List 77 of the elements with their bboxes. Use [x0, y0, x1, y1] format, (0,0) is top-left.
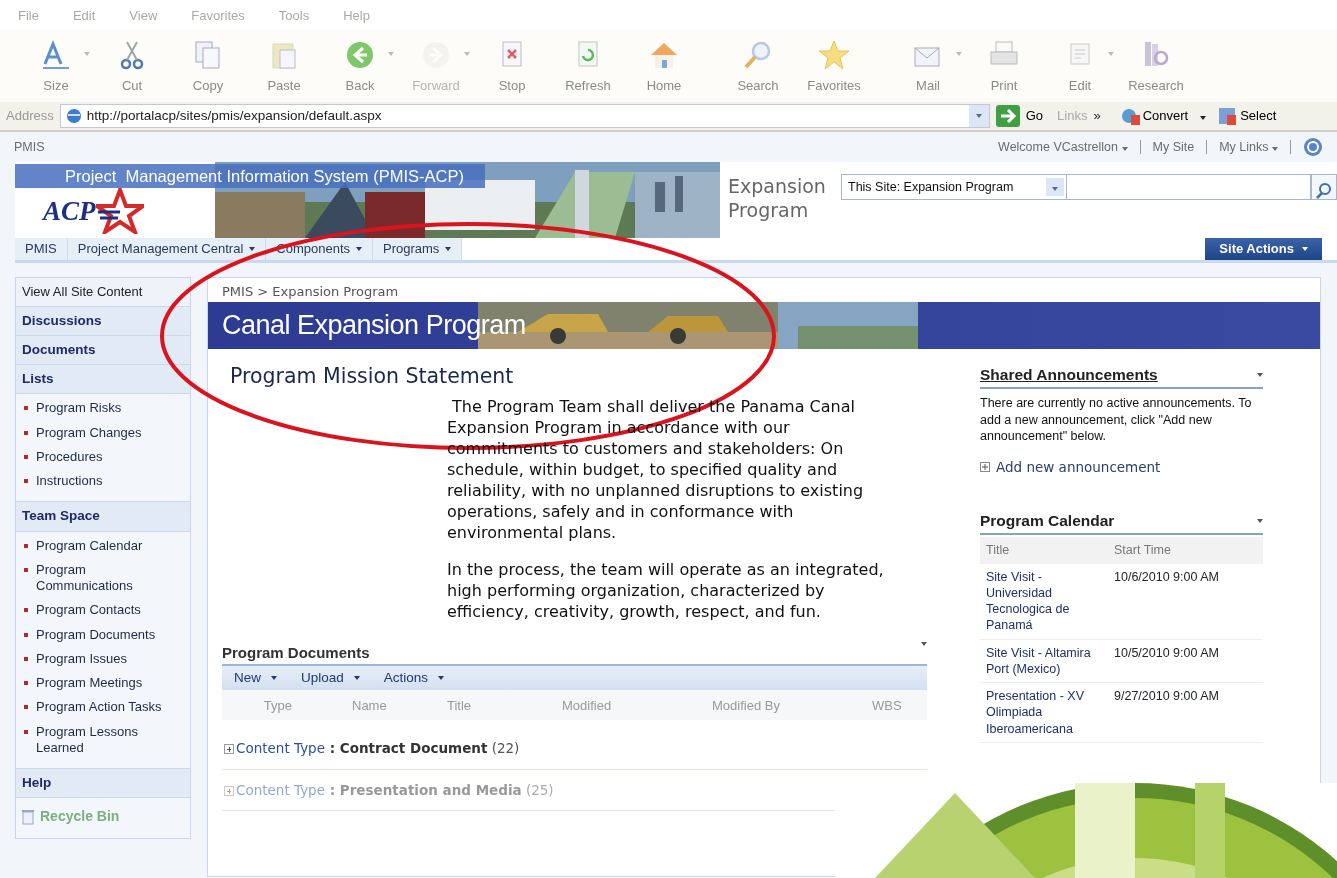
- sidebar-item[interactable]: Program Lessons Learned: [16, 719, 190, 760]
- sidebar-item[interactable]: Program Changes: [16, 420, 190, 445]
- table-cell: 9/27/2010 9:00 AM: [1108, 682, 1263, 743]
- select-icon: [1218, 107, 1239, 125]
- sidebar-heading[interactable]: Documents: [16, 335, 190, 365]
- sidebar-heading[interactable]: Discussions: [16, 306, 190, 336]
- top-link[interactable]: Welcome VCastrellon: [998, 137, 1128, 157]
- breadcrumb[interactable]: PMIS > Expansion Program: [208, 278, 1320, 302]
- toolbar-button[interactable]: Cut: [94, 38, 170, 96]
- sidebar-link[interactable]: View All Site Content: [16, 278, 190, 307]
- star-logo-icon: [95, 188, 144, 234]
- nav-tab[interactable]: PMIS: [15, 238, 68, 260]
- page-icon: [64, 107, 83, 125]
- sidebar-item[interactable]: Program Contacts: [16, 598, 190, 623]
- sidebar-item[interactable]: Program Meetings: [16, 671, 190, 696]
- toolbar-button[interactable]: Stop: [474, 38, 550, 96]
- sidebar-item[interactable]: Program Documents: [16, 622, 190, 647]
- event-link[interactable]: Presentation - XV Olimpiada Iberoamericana: [980, 682, 1108, 743]
- search-field[interactable]: This Site: Expansion Program: [841, 174, 1311, 200]
- menu-caret-icon[interactable]: [1257, 372, 1263, 377]
- convert-button[interactable]: Convert: [1114, 105, 1195, 127]
- search-button[interactable]: [1311, 174, 1337, 200]
- event-link[interactable]: Site Visit - Altamira Port (Mexico): [980, 639, 1108, 683]
- announcement-text: There are currently no active announcements. To add a new announcement, click "Add new announcement" below.: [980, 395, 1253, 445]
- table-cell: 10/5/2010 9:00 AM: [1108, 639, 1263, 683]
- paragraph: In the process, the team will operate as an integrated, high performing organization, characterized by efficiency, creativity, growth, respect, and fun.: [447, 558, 885, 622]
- top-link[interactable]: My Site: [1152, 137, 1195, 157]
- section-title: Shared Announcements: [980, 365, 1158, 385]
- help-icon: [1303, 137, 1323, 157]
- top-link[interactable]: My Links: [1219, 137, 1278, 157]
- table-cell: 10/6/2010 9:00 AM: [1108, 563, 1263, 639]
- banner-title: Project Management Information System (PMIS-ACP): [15, 164, 485, 188]
- section-title: Program Calendar: [980, 511, 1115, 531]
- address-label: Address: [6, 107, 54, 126]
- bin-icon: [22, 808, 34, 825]
- section-title: Program Documents: [222, 642, 370, 663]
- site-label: PMIS: [14, 138, 45, 156]
- menu-caret-icon[interactable]: [1257, 518, 1263, 523]
- links-label: Links: [1057, 107, 1088, 126]
- toolbar-button[interactable]: Search: [720, 38, 796, 96]
- sidebar-heading[interactable]: Team Space: [16, 502, 190, 532]
- site-title: Expansion Program: [728, 174, 827, 223]
- page-title: Canal Expansion Program: [222, 309, 526, 342]
- sidebar-heading[interactable]: Help: [16, 769, 190, 799]
- sidebar-item[interactable]: Program Action Tasks: [16, 695, 190, 720]
- logo-text: ACP: [43, 194, 96, 228]
- toolbar-button[interactable]: Print: [966, 38, 1042, 96]
- scope-dropdown[interactable]: This Site: Expansion Program: [842, 175, 1067, 199]
- address-field[interactable]: http://portalacp/sites/pmis/expansion/default.aspx: [59, 104, 990, 128]
- sidebar-item[interactable]: Program Calendar: [16, 533, 190, 558]
- sidebar-item[interactable]: Procedures: [16, 444, 190, 469]
- toolbar-button[interactable]: New: [226, 668, 285, 689]
- section-title: Program Mission Statement: [230, 363, 515, 390]
- nav-tab[interactable]: Programs: [373, 238, 463, 260]
- sidebar-heading[interactable]: Lists: [16, 365, 190, 395]
- column-header[interactable]: Start Time: [1108, 537, 1263, 564]
- add-icon: [980, 461, 990, 472]
- nav-tab[interactable]: Components: [266, 238, 373, 260]
- group-row[interactable]: Content Type : Contract Document (22): [224, 740, 520, 757]
- sidebar-item[interactable]: Instructions: [16, 469, 190, 494]
- star-icon: [817, 38, 851, 72]
- chevron-button[interactable]: »: [1093, 106, 1101, 126]
- go-button[interactable]: Go: [995, 105, 1052, 127]
- convert-icon: [1120, 107, 1141, 125]
- sidebar-item[interactable]: Program Issues: [16, 646, 190, 671]
- menu-caret-icon[interactable]: [921, 641, 927, 646]
- site-actions-button[interactable]: Site Actions: [1205, 238, 1322, 260]
- sidebar-item[interactable]: Program Risks: [16, 396, 190, 421]
- event-link[interactable]: Site Visit - Universidad Tecnologica de Panamá: [980, 563, 1108, 639]
- add-link[interactable]: Add new announcement: [996, 456, 1161, 477]
- toolbar-button[interactable]: Upload: [293, 668, 368, 689]
- toolbar-button[interactable]: Actions: [375, 668, 453, 689]
- search-icon: [1315, 181, 1333, 200]
- column-header[interactable]: Title: [980, 537, 1108, 564]
- sidebar-item[interactable]: Program Communications: [16, 557, 190, 599]
- select-button[interactable]: Select: [1212, 105, 1283, 127]
- nav-tab[interactable]: Project Management Central: [67, 238, 267, 260]
